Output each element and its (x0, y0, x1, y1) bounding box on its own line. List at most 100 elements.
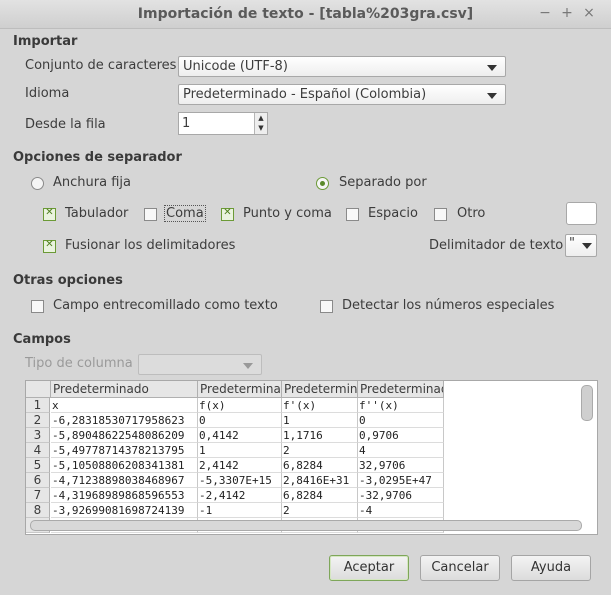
preview-grid[interactable]: Predeterminado Predeterminado Predetermi… (25, 380, 598, 535)
row-header: 5 (26, 458, 50, 473)
close-icon[interactable]: × (581, 5, 597, 21)
campos-heading: Campos (13, 332, 71, 347)
charset-select[interactable]: Unicode (UTF-8) (178, 56, 506, 77)
table-cell: -4,31968989868596553 (51, 488, 198, 503)
horizontal-scrollbar[interactable] (30, 520, 582, 531)
fusionar-checkbox[interactable] (43, 239, 56, 253)
row-header: 8 (26, 503, 50, 518)
charset-value: Unicode (UTF-8) (183, 59, 288, 74)
separado-por-radio[interactable] (316, 177, 329, 190)
table-cell: 4 (358, 443, 444, 458)
espacio-checkbox[interactable] (346, 208, 359, 221)
table-cell: 1,1716 (282, 428, 358, 443)
table-cell: 6,8284 (282, 488, 358, 503)
column-header[interactable]: Predeterminado (198, 381, 282, 398)
table-cell: -5,10508806208341381 (51, 458, 198, 473)
punto-y-coma-checkbox[interactable] (221, 207, 234, 221)
idioma-value: Predeterminado - Español (Colombia) (183, 87, 427, 102)
tipo-columna-select[interactable] (138, 354, 262, 375)
otras-opciones-heading: Otras opciones (13, 273, 123, 288)
table-cell: -32,9706 (358, 488, 444, 503)
chevron-down-icon (243, 363, 253, 369)
table-cell: -6,28318530717958623 (51, 413, 198, 428)
coma-checkbox[interactable] (144, 208, 157, 221)
delimitador-texto-select[interactable]: " (565, 234, 597, 257)
delimitador-texto-label: Delimitador de texto (429, 238, 564, 253)
chevron-down-icon (487, 65, 497, 71)
table-cell: 6,8284 (282, 458, 358, 473)
coma-label[interactable]: Coma (164, 205, 206, 222)
tabulador-checkbox[interactable] (43, 207, 56, 221)
otro-label[interactable]: Otro (457, 206, 485, 221)
table-cell: 1 (198, 443, 282, 458)
separador-heading: Opciones de separador (13, 150, 182, 165)
table-cell: 2 (282, 443, 358, 458)
chevron-down-icon (487, 93, 497, 99)
column-header[interactable]: Predeterminado (358, 381, 444, 398)
table-cell: -4,71238898038468967 (51, 473, 198, 488)
table-cell: f(x) (198, 398, 282, 413)
table-cell: 0 (358, 413, 444, 428)
table-cell: f'(x) (282, 398, 358, 413)
desde-fila-spinner[interactable]: 1 ▲ ▼ (178, 112, 268, 135)
chevron-down-icon (582, 243, 592, 249)
maximize-icon[interactable]: + (559, 5, 575, 21)
column-header[interactable]: Predeterminado (282, 381, 358, 398)
row-header: 2 (26, 413, 50, 428)
desde-fila-label: Desde la fila (25, 117, 106, 132)
row-header: 7 (26, 488, 50, 503)
minimize-icon[interactable]: − (537, 5, 553, 21)
table-cell: 2,8416E+31 (282, 473, 358, 488)
charset-label: Conjunto de caracteres (25, 58, 177, 73)
spin-arrows-icon[interactable]: ▲ ▼ (254, 113, 267, 134)
otro-checkbox[interactable] (434, 208, 447, 221)
table-cell: 0,9706 (358, 428, 444, 443)
cancelar-button[interactable]: Cancelar (420, 555, 500, 581)
grid-corner (26, 381, 51, 398)
campo-entrecomillado-checkbox[interactable] (31, 300, 44, 313)
table-cell: -5,3307E+15 (198, 473, 282, 488)
campo-entrecomillado-label[interactable]: Campo entrecomillado como texto (53, 298, 278, 313)
table-cell: -4 (358, 503, 444, 518)
table-cell: -1 (198, 503, 282, 518)
table-cell: -5,89048622548086209 (51, 428, 198, 443)
row-header: 4 (26, 443, 50, 458)
row-header: 6 (26, 473, 50, 488)
column-header[interactable]: Predeterminado (51, 381, 198, 398)
desde-fila-value: 1 (182, 116, 191, 131)
table-cell: -2,4142 (198, 488, 282, 503)
table-cell: -5,49778714378213795 (51, 443, 198, 458)
otro-input[interactable] (566, 202, 597, 225)
fusionar-label[interactable]: Fusionar los delimitadores (65, 238, 235, 253)
table-cell: 1 (282, 413, 358, 428)
espacio-label[interactable]: Espacio (368, 206, 418, 221)
delimitador-texto-value: " (569, 236, 575, 251)
anchura-fija-label[interactable]: Anchura fija (53, 175, 131, 190)
table-cell: 2 (282, 503, 358, 518)
table-cell: 32,9706 (358, 458, 444, 473)
anchura-fija-radio[interactable] (31, 177, 44, 190)
row-header: 1 (26, 398, 50, 413)
idioma-label: Idioma (25, 86, 70, 101)
idioma-select[interactable]: Predeterminado - Español (Colombia) (178, 84, 506, 105)
punto-y-coma-label[interactable]: Punto y coma (243, 206, 332, 221)
detectar-numeros-label[interactable]: Detectar los números especiales (342, 298, 554, 313)
ayuda-button[interactable]: Ayuda (511, 555, 591, 581)
detectar-numeros-checkbox[interactable] (320, 300, 333, 313)
tabulador-label[interactable]: Tabulador (65, 206, 128, 221)
table-cell: -3,92699081698724139 (51, 503, 198, 518)
table-cell: f''(x) (358, 398, 444, 413)
table-cell: 0,4142 (198, 428, 282, 443)
title-bar: Importación de texto - [tabla%203gra.csv… (0, 0, 611, 29)
table-cell: x (51, 398, 198, 413)
table-cell: 0 (198, 413, 282, 428)
row-header: 3 (26, 428, 50, 443)
separado-por-label[interactable]: Separado por (339, 175, 427, 190)
table-cell: -3,0295E+47 (358, 473, 444, 488)
table-cell: 2,4142 (198, 458, 282, 473)
window-title: Importación de texto - [tabla%203gra.csv… (137, 6, 474, 22)
vertical-scrollbar[interactable] (581, 385, 593, 421)
importar-heading: Importar (13, 34, 78, 49)
tipo-columna-label: Tipo de columna (25, 356, 133, 371)
aceptar-button[interactable]: Aceptar (329, 555, 409, 581)
